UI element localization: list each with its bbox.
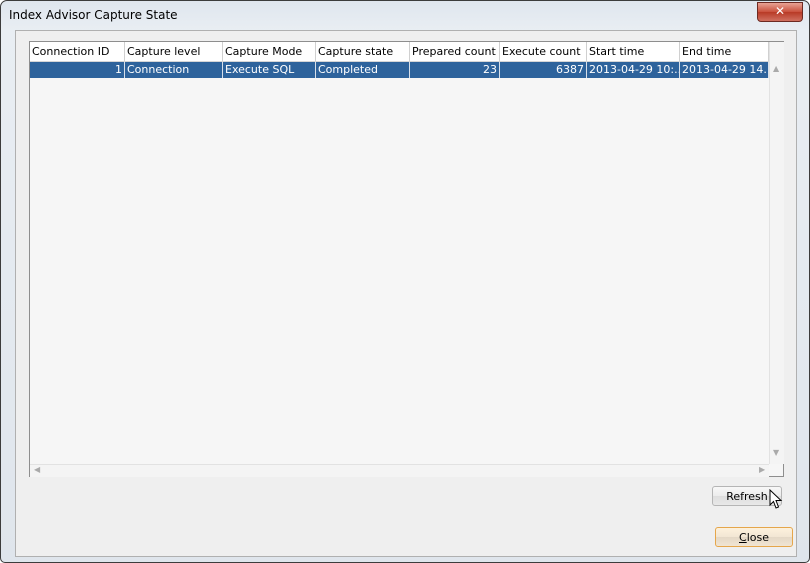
- scroll-down-icon[interactable]: ▼: [773, 448, 779, 457]
- window-close-button[interactable]: ✕: [757, 2, 803, 22]
- window-title: Index Advisor Capture State: [9, 8, 178, 22]
- column-header-capture-level[interactable]: Capture level: [125, 42, 223, 61]
- cell-connection-id: 1: [30, 62, 125, 78]
- column-header-connection-id[interactable]: Connection ID: [30, 42, 125, 61]
- dialog-window: Index Advisor Capture State ✕ Connection…: [0, 0, 810, 563]
- mouse-cursor-icon: [769, 489, 783, 509]
- scroll-up-icon[interactable]: ▲: [773, 64, 779, 73]
- table-header: Connection ID Capture level Capture Mode…: [30, 42, 769, 62]
- cell-start-time: 2013-04-29 10:...: [589, 62, 680, 78]
- capture-state-table: Connection ID Capture level Capture Mode…: [29, 41, 784, 477]
- close-icon: ✕: [774, 4, 786, 18]
- close-button[interactable]: Close: [715, 527, 793, 547]
- column-header-start-time[interactable]: Start time: [587, 42, 680, 61]
- scroll-left-icon[interactable]: ◀: [34, 465, 40, 474]
- dialog-client-area: Connection ID Capture level Capture Mode…: [15, 30, 797, 557]
- cell-prepared-count: 23: [410, 62, 500, 78]
- column-header-prepared-count[interactable]: Prepared count: [410, 42, 500, 61]
- vertical-scrollbar[interactable]: ▲ ▼: [769, 42, 784, 464]
- close-mnemonic: C: [739, 531, 747, 544]
- horizontal-scrollbar[interactable]: ◀ ▶: [30, 464, 769, 477]
- cell-execute-count: 6387: [500, 62, 587, 78]
- close-label: lose: [746, 531, 769, 544]
- table-row[interactable]: 1 Connection Execute SQL Completed 23 63…: [30, 62, 769, 78]
- cell-capture-mode: Execute SQL: [223, 62, 316, 78]
- cell-end-time: 2013-04-29 14...: [682, 62, 769, 78]
- cell-capture-level: Connection: [125, 62, 223, 78]
- scroll-right-icon[interactable]: ▶: [759, 465, 765, 474]
- column-header-capture-mode[interactable]: Capture Mode: [223, 42, 316, 61]
- column-header-end-time[interactable]: End time: [680, 42, 769, 61]
- column-header-capture-state[interactable]: Capture state: [316, 42, 410, 61]
- column-header-execute-count[interactable]: Execute count: [500, 42, 587, 61]
- cell-capture-state: Completed: [316, 62, 410, 78]
